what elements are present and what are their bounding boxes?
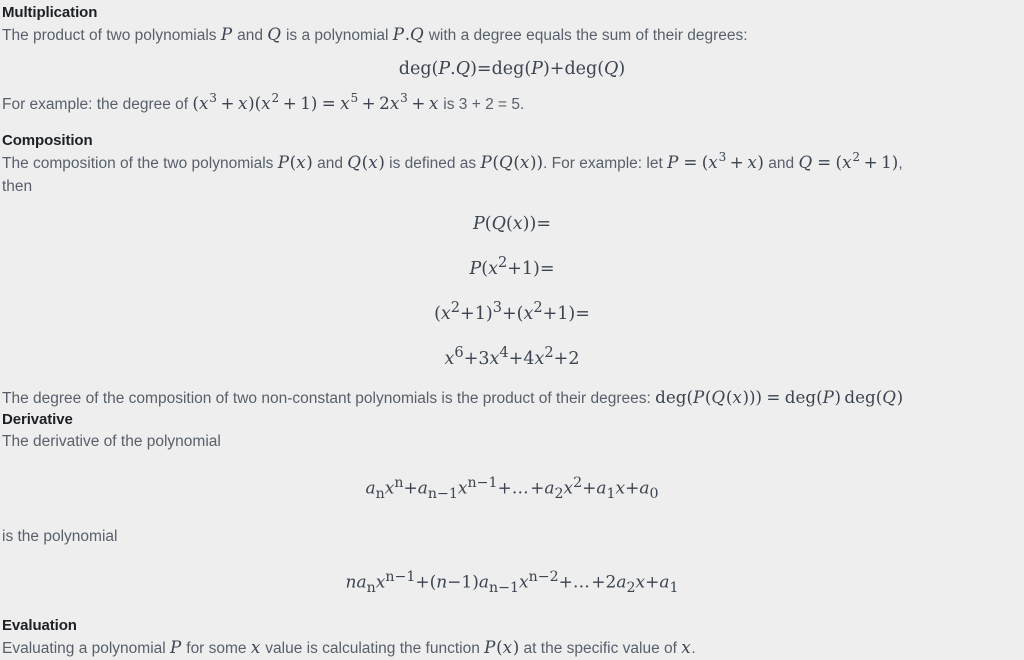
math-inline-q-definition: Q = (x2 +1) bbox=[798, 150, 899, 172]
text-fragment: , bbox=[898, 155, 903, 172]
section-heading-derivative: Derivative bbox=[2, 411, 73, 429]
text-fragment: . For example: let bbox=[543, 155, 668, 172]
math-inline-pq: P.Q bbox=[392, 24, 424, 44]
section-heading-composition: Composition bbox=[2, 132, 93, 149]
multiplication-example-paragraph: For example: the degree of (x3 + x)(x2 +1) =… bbox=[2, 92, 1022, 116]
equation-general-polynomial: anxn+an−1xn−1+…+a2x2+a1x+a0 bbox=[365, 475, 659, 503]
composition-equation-line-3: (x2+1)3+(x2+1)= bbox=[434, 298, 590, 324]
text-fragment: value is calculating the function bbox=[260, 639, 485, 657]
math-inline-q: Q bbox=[267, 24, 281, 44]
multiplication-intro-paragraph: The product of two polynomials P and Q i… bbox=[2, 23, 1022, 47]
text-fragment: . bbox=[691, 639, 696, 657]
text-fragment: Evaluating a polynomial bbox=[2, 639, 171, 657]
variable-p: P bbox=[220, 24, 233, 44]
math-inline-eval-p: P bbox=[170, 636, 182, 657]
composition-then-text: then bbox=[2, 178, 33, 195]
variable-q: Q bbox=[267, 24, 281, 44]
deg-function-rhs-1: deg bbox=[491, 59, 525, 79]
text-fragment: and bbox=[232, 27, 268, 44]
text-fragment: is defined as bbox=[384, 155, 481, 172]
text-fragment: is 3 + 2 = 5. bbox=[438, 96, 525, 113]
text-fragment: The product of two polynomials bbox=[2, 27, 221, 44]
text-fragment: and bbox=[763, 155, 799, 172]
composition-intro-paragraph: The composition of the two polynomials P… bbox=[2, 151, 1022, 175]
math-inline-degree-composition: deg(P(Q(x))) = deg(P) deg(Q) bbox=[655, 387, 904, 408]
composition-equation-block: P(Q(x))= P(x2+1)= (x2+1)3+(x2+1)= x6+3x4… bbox=[2, 214, 1022, 368]
math-inline-example-product: (x3 + x)(x2 +1) = x5 +2x3 + x bbox=[192, 91, 439, 113]
math-inline-pqx: P(Q(x)) bbox=[480, 152, 544, 172]
text-fragment: with a degree equals the sum of their de… bbox=[424, 27, 748, 44]
text-fragment: The composition of the two polynomials bbox=[2, 155, 278, 172]
text-fragment: for some bbox=[181, 639, 251, 657]
derivative-intro-text: The derivative of the polynomial bbox=[2, 433, 221, 451]
text-fragment: For example: the degree of bbox=[2, 96, 193, 113]
math-inline-p: P bbox=[221, 24, 233, 44]
composition-degree-note: The degree of the composition of two non… bbox=[2, 386, 1022, 410]
equation-degree-product: deg(P.Q)=deg(P)+deg(Q) bbox=[398, 59, 626, 79]
math-inline-qx: Q(x) bbox=[347, 152, 385, 172]
math-inline-eval-x: x bbox=[250, 636, 261, 657]
operator-plus: + bbox=[549, 59, 565, 79]
equation-derivative-polynomial: nanxn−1+(n−1)an−1xn−2+…+2a2x+a1 bbox=[345, 568, 679, 596]
derivative-middle-text: is the polynomial bbox=[2, 527, 118, 545]
composition-equation-line-1: P(Q(x))= bbox=[473, 214, 551, 234]
document-page: Multiplication The product of two polyno… bbox=[0, 0, 1024, 660]
text-fragment: and bbox=[312, 155, 348, 172]
composition-equation-line-2: P(x2+1)= bbox=[469, 254, 555, 279]
text-fragment: The degree of the composition of two non… bbox=[2, 390, 656, 408]
relation-equals: = bbox=[476, 59, 492, 79]
deg-function-lhs: deg bbox=[398, 59, 432, 79]
math-inline-p-definition: P = (x3 + x) bbox=[667, 150, 764, 172]
math-inline-px: P(x) bbox=[277, 152, 313, 172]
section-heading-multiplication: Multiplication bbox=[2, 4, 98, 21]
math-inline-eval-x2: x bbox=[681, 636, 691, 657]
deg-function-rhs-2: deg bbox=[564, 59, 598, 79]
section-heading-evaluation: Evaluation bbox=[2, 616, 77, 634]
composition-equation-line-4: x6+3x4+4x2+2 bbox=[444, 343, 580, 369]
text-fragment: at the specific value of bbox=[519, 639, 682, 657]
text-fragment: is a polynomial bbox=[281, 27, 393, 44]
evaluation-paragraph: Evaluating a polynomial P for some x val… bbox=[2, 636, 1022, 660]
math-inline-eval-px: P(x) bbox=[484, 636, 520, 657]
